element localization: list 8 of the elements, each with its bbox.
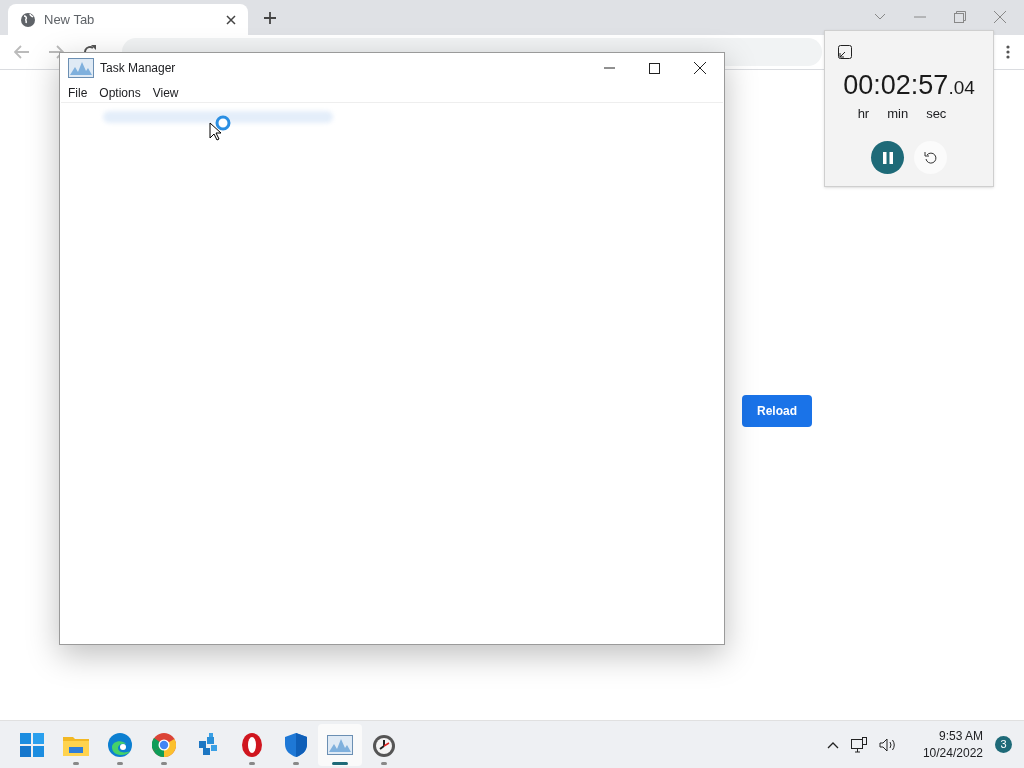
time-unit-label: hr (857, 104, 870, 123)
date-label: 10/24/2022 (922, 744, 983, 762)
time-label: 9:53 AM (938, 727, 983, 745)
tab-title: New Tab (44, 10, 96, 29)
timer-display: 00:02:57.04 (843, 69, 975, 102)
window-title: Task Manager (100, 60, 176, 77)
time-unit-label: sec (926, 104, 947, 123)
time-unit-label: min (887, 104, 909, 123)
